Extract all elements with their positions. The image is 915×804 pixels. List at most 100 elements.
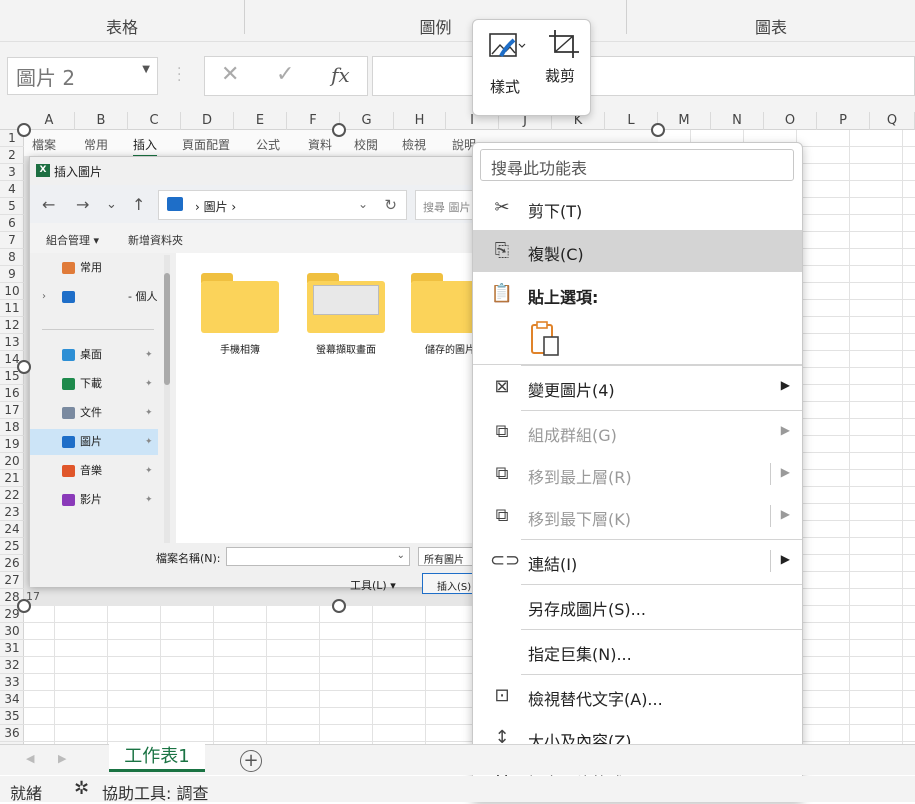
tools-button[interactable]: 工具(L) ▾	[350, 577, 396, 593]
nav-item[interactable]: 下載 ✦	[30, 371, 158, 397]
row-header[interactable]: 25	[0, 538, 24, 555]
column-header[interactable]: H	[394, 112, 446, 130]
row-header[interactable]: 7	[0, 232, 24, 249]
forward-icon[interactable]: →	[76, 195, 89, 214]
menu-item[interactable]: ⊠ 變更圖片(4) ▶	[473, 366, 802, 410]
column-header[interactable]: N	[711, 112, 764, 130]
cancel-icon[interactable]: ✕	[221, 62, 239, 87]
resize-handle[interactable]	[17, 123, 31, 137]
ribbon-group-tables[interactable]: 表格	[0, 0, 244, 42]
menu-item[interactable]: ⊡ 檢視替代文字(A)...	[473, 675, 802, 717]
accessibility-icon[interactable]: ✲	[74, 778, 89, 799]
accessibility-status[interactable]: 協助工具: 調查	[102, 780, 208, 804]
back-icon[interactable]: ←	[42, 195, 55, 214]
row-header[interactable]: 22	[0, 487, 24, 504]
row-header[interactable]: 24	[0, 521, 24, 538]
insert-function-icon[interactable]: fx	[331, 63, 350, 87]
pin-icon[interactable]: ✦	[145, 429, 153, 455]
sheet-tab-active[interactable]: 工作表1	[109, 744, 205, 772]
paste-keep-format-button[interactable]	[528, 319, 564, 359]
new-folder-button[interactable]: 新增資料夾	[128, 232, 183, 248]
row-header[interactable]: 32	[0, 657, 24, 674]
nav-item[interactable]: 影片 ✦	[30, 487, 158, 513]
menu-search-input[interactable]: 搜尋此功能表	[480, 149, 794, 181]
search-input[interactable]: 搜尋 圖片	[415, 190, 476, 220]
row-header[interactable]: 13	[0, 334, 24, 351]
up-icon[interactable]: ↑	[132, 195, 145, 214]
row-header[interactable]: 31	[0, 640, 24, 657]
column-header[interactable]: M	[658, 112, 711, 130]
column-header[interactable]: C	[128, 112, 181, 130]
nav-scrollbar[interactable]	[164, 255, 170, 543]
menu-item[interactable]: 指定巨集(N)...	[473, 630, 802, 672]
folder-label[interactable]: 螢幕擷取畫面	[296, 341, 396, 356]
folder-icon[interactable]	[307, 273, 385, 333]
row-header[interactable]: 20	[0, 453, 24, 470]
name-box[interactable]: 圖片 2 ▼	[7, 57, 158, 95]
folder-icon[interactable]	[201, 273, 279, 333]
nav-item[interactable]: 圖片 ✦	[30, 429, 158, 455]
row-header[interactable]: 17	[0, 402, 24, 419]
recent-dropdown-icon[interactable]: ⌄	[106, 197, 117, 212]
crop-label[interactable]: 裁剪	[545, 65, 575, 86]
chevron-down-icon[interactable]: ⌄	[358, 197, 368, 211]
row-header[interactable]: 2	[0, 147, 24, 164]
row-header[interactable]: 21	[0, 470, 24, 487]
menu-item[interactable]: 📋 貼上選項:	[473, 273, 802, 315]
chevron-down-icon[interactable]: ▼	[142, 64, 150, 75]
row-header[interactable]: 18	[0, 419, 24, 436]
column-header[interactable]: D	[181, 112, 234, 130]
filetype-select[interactable]: 所有圖片	[418, 547, 478, 566]
pin-icon[interactable]: ✦	[145, 342, 153, 368]
resize-handle[interactable]	[17, 599, 31, 613]
pin-icon[interactable]: ✦	[145, 400, 153, 426]
row-header[interactable]: 30	[0, 623, 24, 640]
expand-icon[interactable]: ›	[42, 284, 46, 310]
nav-item[interactable]: › - 個人	[30, 284, 158, 310]
row-header[interactable]: 4	[0, 181, 24, 198]
column-header[interactable]: G	[340, 112, 394, 130]
row-header[interactable]: 34	[0, 691, 24, 708]
row-header[interactable]: 10	[0, 283, 24, 300]
menu-item[interactable]: ✂ 剪下(T)	[473, 187, 802, 229]
column-header[interactable]: E	[234, 112, 287, 130]
row-header[interactable]: 26	[0, 555, 24, 572]
ribbon-group-charts[interactable]: 圖表	[627, 0, 915, 42]
row-header[interactable]: 12	[0, 317, 24, 334]
crop-icon[interactable]	[547, 28, 583, 62]
row-header[interactable]: 9	[0, 266, 24, 283]
resize-handle[interactable]	[332, 599, 346, 613]
row-header[interactable]: 6	[0, 215, 24, 232]
menu-item[interactable]: 另存成圖片(S)...	[473, 585, 802, 627]
picture-style-label[interactable]: 樣式	[490, 76, 520, 97]
row-header[interactable]: 11	[0, 300, 24, 317]
menu-item[interactable]: ⊂⊃ 連結(I) ▶	[473, 540, 802, 582]
pin-icon[interactable]: ✦	[145, 458, 153, 484]
row-header[interactable]: 27	[0, 572, 24, 589]
row-header[interactable]: 33	[0, 674, 24, 691]
nav-item[interactable]: 常用	[30, 255, 158, 281]
nav-item[interactable]: 文件 ✦	[30, 400, 158, 426]
row-header[interactable]: 36	[0, 725, 24, 742]
column-header[interactable]: L	[605, 112, 658, 130]
address-bar[interactable]: › 圖片 › ⌄ ↻	[158, 190, 407, 220]
add-sheet-button[interactable]: +	[240, 750, 262, 772]
row-header[interactable]: 35	[0, 708, 24, 725]
menu-item[interactable]: ⎘ 複製(C)	[473, 230, 802, 272]
resize-handle[interactable]	[651, 123, 665, 137]
pin-icon[interactable]: ✦	[145, 487, 153, 513]
next-sheet-icon[interactable]: ▶	[58, 752, 66, 765]
prev-sheet-icon[interactable]: ◀	[26, 752, 34, 765]
column-header[interactable]: O	[764, 112, 817, 130]
row-header[interactable]: 19	[0, 436, 24, 453]
row-header[interactable]: 5	[0, 198, 24, 215]
column-header[interactable]: A	[24, 112, 75, 130]
column-header[interactable]: B	[75, 112, 128, 130]
scrollbar-thumb[interactable]	[164, 273, 170, 385]
row-header[interactable]: 16	[0, 385, 24, 402]
organize-button[interactable]: 組合管理 ▾	[46, 232, 99, 248]
folder-label[interactable]: 手機相簿	[190, 341, 290, 356]
nav-item[interactable]: 桌面 ✦	[30, 342, 158, 368]
nav-item[interactable]: 音樂 ✦	[30, 458, 158, 484]
enter-icon[interactable]: ✓	[276, 62, 294, 87]
